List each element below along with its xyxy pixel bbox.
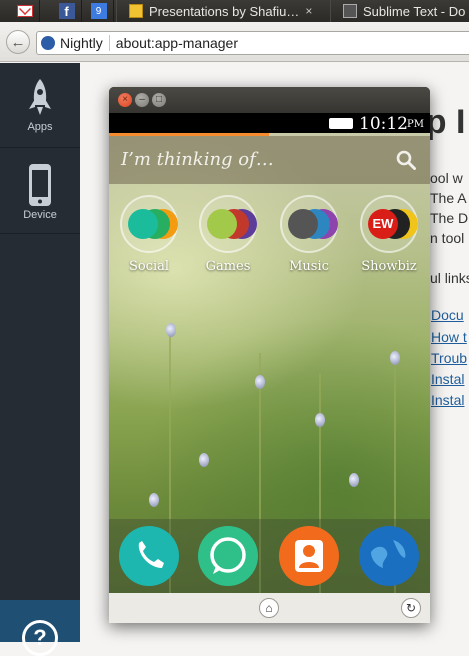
battery-icon bbox=[329, 118, 353, 129]
rotate-button[interactable]: ↻ bbox=[401, 598, 421, 618]
contacts-app-icon[interactable] bbox=[279, 526, 339, 586]
phone-icon bbox=[29, 164, 51, 206]
intro-line: ool w bbox=[430, 170, 463, 186]
person-icon bbox=[295, 540, 323, 572]
phone-app-icon[interactable] bbox=[119, 526, 179, 586]
homescreen-search-bar[interactable]: I’m thinking of… bbox=[109, 136, 430, 184]
collection-games[interactable]: Games bbox=[198, 195, 258, 274]
help-icon: ? bbox=[22, 620, 58, 656]
minimize-window-button[interactable]: – bbox=[135, 93, 149, 107]
home-button[interactable]: ⌂ bbox=[259, 598, 279, 618]
tab-gmail[interactable] bbox=[10, 0, 40, 22]
intro-line: n tool bbox=[430, 230, 465, 246]
collection-label: Music bbox=[289, 259, 329, 274]
status-ampm: PM bbox=[407, 119, 424, 130]
doc-link[interactable]: How t bbox=[431, 329, 467, 345]
app-bubble bbox=[288, 209, 318, 239]
intro-line: The A bbox=[430, 190, 467, 206]
back-button[interactable]: ← bbox=[6, 30, 30, 54]
collection-label: Social bbox=[128, 259, 170, 274]
links-heading: ul links bbox=[430, 270, 469, 286]
wallpaper-flower bbox=[199, 453, 209, 467]
tab-close-icon[interactable]: × bbox=[305, 4, 312, 18]
wallpaper-flower bbox=[349, 473, 359, 487]
dock bbox=[109, 519, 430, 593]
wallpaper-flower bbox=[255, 375, 265, 389]
url-bar[interactable]: Nightly about:app-manager bbox=[36, 31, 469, 55]
doc-link[interactable]: Instal bbox=[431, 392, 464, 408]
collection-label: Showbiz bbox=[361, 259, 417, 274]
browser-app-icon[interactable] bbox=[359, 526, 419, 586]
collection-social-icon bbox=[120, 195, 178, 253]
sidebar-item-label: Apps bbox=[27, 121, 53, 133]
tab-title: Sublime Text - Do bbox=[363, 3, 466, 19]
phone-handset-icon bbox=[138, 541, 164, 568]
search-icon[interactable] bbox=[396, 150, 416, 170]
tab-google-plus[interactable]: 9 bbox=[84, 0, 114, 22]
navigation-bar: ← Nightly about:app-manager bbox=[0, 22, 469, 62]
speech-bubble-icon bbox=[210, 537, 246, 574]
status-clock: 10:12 bbox=[359, 114, 408, 134]
tab-facebook[interactable]: f bbox=[52, 0, 82, 22]
firefox-os-simulator: × – □ 10:12 PM I’m thinking of… Social G… bbox=[109, 87, 430, 623]
messages-app-icon[interactable] bbox=[198, 526, 258, 586]
search-placeholder: I’m thinking of… bbox=[121, 149, 274, 170]
globe-icon bbox=[41, 36, 55, 50]
maximize-window-button[interactable]: □ bbox=[152, 93, 166, 107]
site-identity-label[interactable]: Nightly bbox=[60, 35, 110, 51]
back-arrow-icon: ← bbox=[10, 33, 26, 51]
slides-icon bbox=[129, 4, 143, 18]
wallpaper-flower bbox=[390, 351, 400, 365]
doc-link[interactable]: Troub bbox=[431, 350, 467, 366]
collection-label: Games bbox=[205, 259, 251, 274]
device-status-bar: 10:12 PM bbox=[109, 113, 430, 134]
globe-browser-icon bbox=[371, 540, 406, 568]
facebook-icon: f bbox=[58, 3, 75, 19]
tab-presentations[interactable]: Presentations by Shafiu… × bbox=[116, 0, 328, 22]
rotate-icon: ↻ bbox=[405, 601, 417, 615]
gmail-icon bbox=[16, 5, 33, 17]
simulator-titlebar: × – □ bbox=[109, 87, 430, 113]
wallpaper-flower bbox=[315, 413, 325, 427]
wallpaper-flower bbox=[149, 493, 159, 507]
tab-title: Presentations by Shafiu… bbox=[149, 3, 300, 19]
ew-logo-icon: EW bbox=[368, 209, 398, 239]
sidebar-item-device[interactable]: Device bbox=[0, 149, 80, 234]
app-bubble bbox=[128, 209, 158, 239]
sidebar-item-label: Device bbox=[23, 209, 57, 221]
sublime-icon bbox=[343, 4, 357, 18]
collection-showbiz[interactable]: EW Showbiz bbox=[359, 195, 419, 274]
browser-tab-bar: f 9 Presentations by Shafiu… × Sublime T… bbox=[0, 0, 469, 22]
collection-games-icon bbox=[199, 195, 257, 253]
app-bubble bbox=[207, 209, 237, 239]
wallpaper-flower bbox=[166, 323, 176, 337]
google-plus-icon: 9 bbox=[90, 3, 107, 19]
sidebar-item-apps[interactable]: Apps bbox=[0, 63, 80, 148]
home-icon: ⌂ bbox=[265, 601, 273, 615]
intro-line: The D bbox=[430, 210, 469, 226]
app-manager-sidebar: Apps Device ? bbox=[0, 63, 80, 656]
rocket-icon bbox=[29, 79, 51, 115]
homescreen[interactable]: I’m thinking of… Social Games Music EW S… bbox=[109, 133, 430, 593]
close-window-button[interactable]: × bbox=[118, 93, 132, 107]
collection-music-icon bbox=[280, 195, 338, 253]
collection-music[interactable]: Music bbox=[279, 195, 339, 274]
help-button[interactable]: ? bbox=[0, 600, 80, 656]
collection-social[interactable]: Social bbox=[119, 195, 179, 274]
software-buttons-bar: ⌂ ↻ bbox=[109, 593, 430, 623]
collection-showbiz-icon: EW bbox=[360, 195, 418, 253]
doc-link[interactable]: Docu bbox=[431, 307, 464, 323]
tab-sublime[interactable]: Sublime Text - Do bbox=[330, 0, 469, 22]
doc-link[interactable]: Instal bbox=[431, 371, 464, 387]
url-text[interactable]: about:app-manager bbox=[116, 35, 238, 51]
